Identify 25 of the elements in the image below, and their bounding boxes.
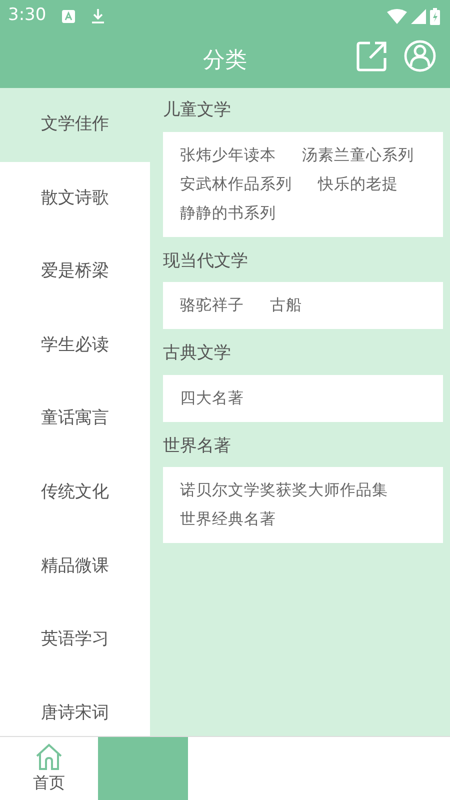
signal-icon bbox=[411, 8, 426, 24]
section-title: 现当代文学 bbox=[163, 250, 248, 270]
category-link[interactable]: 静静的书系列 bbox=[180, 202, 276, 224]
wifi-icon bbox=[387, 8, 407, 24]
category-link[interactable]: 张炜少年读本 bbox=[180, 144, 276, 166]
category-link[interactable]: 快乐的老提 bbox=[318, 172, 398, 196]
category-link[interactable]: 诺贝尔文学奖获奖大师作品集 bbox=[180, 479, 388, 502]
download-icon bbox=[91, 8, 106, 24]
home-icon bbox=[34, 742, 64, 770]
category-link[interactable]: 安武林作品系列 bbox=[180, 172, 292, 196]
section-title: 世界名著 bbox=[163, 436, 231, 456]
battery-icon bbox=[430, 8, 440, 24]
section-title: 古典文学 bbox=[163, 343, 231, 363]
category-link[interactable]: 古船 bbox=[270, 294, 302, 317]
category-link[interactable]: 世界经典名著 bbox=[180, 508, 276, 531]
section-title: 儿童文学 bbox=[163, 100, 231, 120]
share-icon[interactable] bbox=[356, 40, 388, 72]
sidebar-item[interactable]: 文学佳作 bbox=[0, 88, 150, 162]
category-link[interactable]: 汤素兰童心系列 bbox=[302, 144, 414, 166]
notification-icon bbox=[62, 10, 76, 22]
user-icon[interactable] bbox=[404, 40, 436, 72]
category-link[interactable]: 四大名著 bbox=[180, 386, 244, 410]
page-title: 分类 bbox=[203, 46, 247, 74]
category-link[interactable]: 骆驼祥子 bbox=[180, 294, 244, 317]
status-time: 3:30 bbox=[8, 4, 46, 28]
